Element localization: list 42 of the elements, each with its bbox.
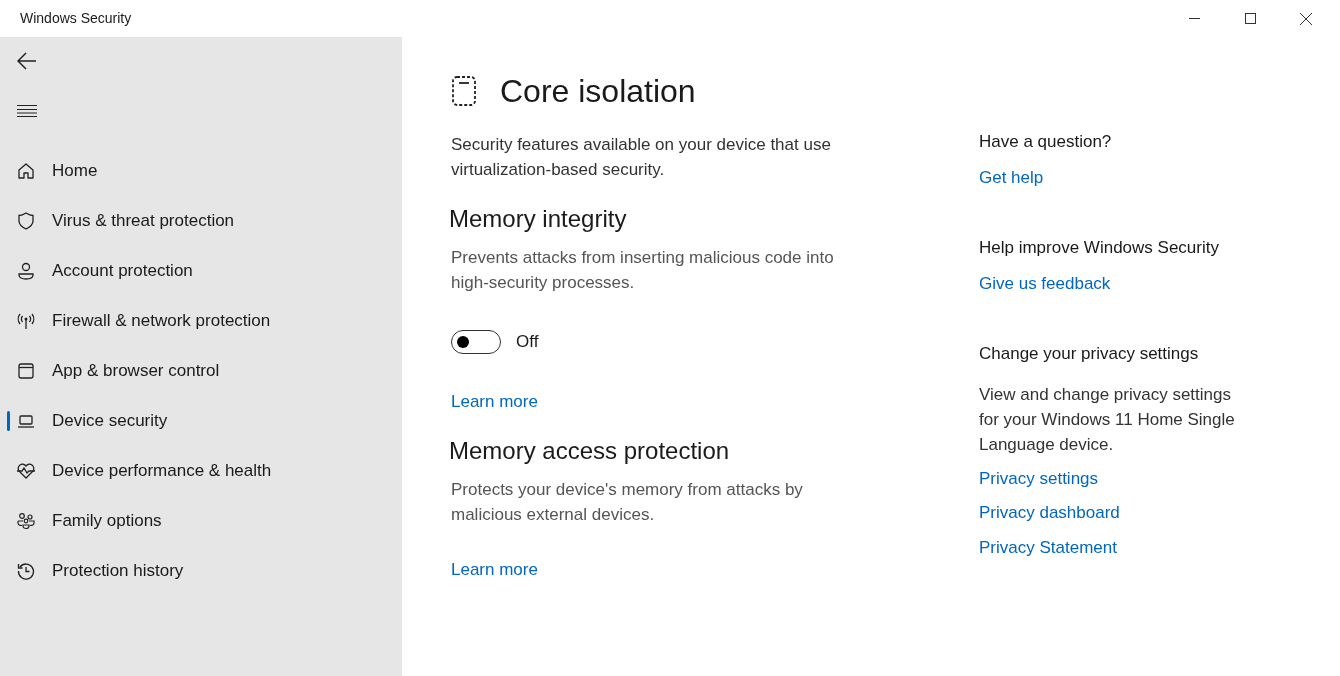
section-description: Protects your device's memory from attacks by malicious external devices. xyxy=(451,479,804,526)
sidebar-item[interactable]: Virus & threat protection xyxy=(0,196,402,246)
help-link[interactable]: Get help xyxy=(979,164,1044,190)
toggle-label: Off xyxy=(516,331,539,353)
section-heading: Memory access protection xyxy=(449,436,731,466)
learn-more-link[interactable]: Learn more xyxy=(451,388,538,414)
sidebar-item[interactable]: Device performance & health xyxy=(0,446,402,496)
section-description: Prevents attacks from inserting malicious code into high-security processes. xyxy=(451,247,835,294)
sidebar-item[interactable]: Account protection xyxy=(0,246,402,296)
help-link[interactable]: Privacy settings xyxy=(979,465,1099,491)
sidebar-item[interactable]: Family options xyxy=(0,496,402,546)
shield-icon xyxy=(16,211,36,231)
learn-more-link[interactable]: Learn more xyxy=(451,557,538,583)
help-text: View and change privacy settings for your Windows 11 Home Single Language device. xyxy=(979,383,1236,456)
close-icon xyxy=(1300,12,1312,25)
sidebar-item[interactable]: Protection history xyxy=(0,546,402,596)
page-description: Security features available on your device that use virtualization-based security. xyxy=(451,134,832,181)
help-link[interactable]: Privacy dashboard xyxy=(979,500,1120,526)
page-title: Core isolation xyxy=(500,72,696,111)
help-heading: Help improve Windows Security xyxy=(979,237,1220,259)
section-heading: Memory integrity xyxy=(449,204,628,234)
toggle-switch[interactable] xyxy=(451,329,501,354)
menu-icon xyxy=(17,105,37,117)
chip-icon xyxy=(451,75,477,107)
help-heading: Have a question? xyxy=(979,131,1113,153)
home-icon xyxy=(16,161,36,181)
person-icon xyxy=(16,261,36,281)
history-icon xyxy=(16,561,36,581)
sidebar-item[interactable]: Home xyxy=(0,146,402,196)
maximize-icon xyxy=(1244,13,1256,24)
minimize-icon xyxy=(1188,18,1200,19)
help-link[interactable]: Give us feedback xyxy=(979,270,1111,296)
help-heading: Change your privacy settings xyxy=(979,343,1200,365)
window-title: Windows Security xyxy=(20,9,132,28)
heart-icon xyxy=(16,461,36,481)
help-link[interactable]: Privacy Statement xyxy=(979,534,1117,560)
window-icon xyxy=(16,361,36,381)
people-icon xyxy=(16,511,36,531)
antenna-icon xyxy=(16,311,36,331)
back-icon xyxy=(17,52,37,70)
sidebar-item[interactable]: Firewall & network protection xyxy=(0,296,402,346)
sidebar-item[interactable]: App & browser control xyxy=(0,346,402,396)
